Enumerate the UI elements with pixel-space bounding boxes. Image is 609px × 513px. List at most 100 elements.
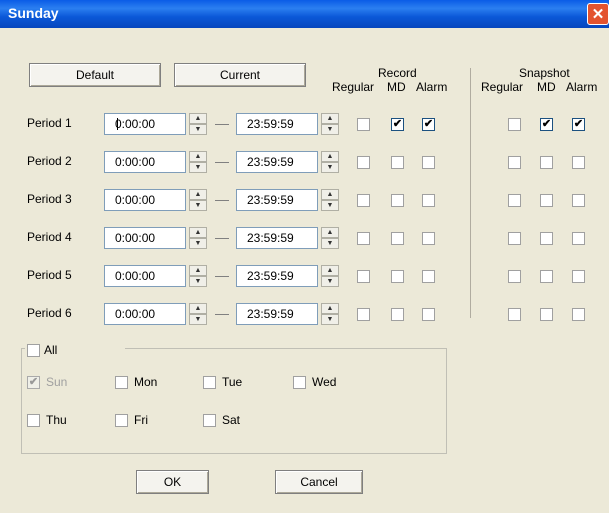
- record-md-checkbox[interactable]: ✔: [391, 118, 404, 131]
- spin-down-icon[interactable]: ▼: [189, 200, 207, 211]
- snapshot-alarm-checkbox[interactable]: [572, 232, 585, 245]
- spin-up-icon[interactable]: ▲: [189, 227, 207, 238]
- snapshot-alarm-checkbox[interactable]: ✔: [572, 118, 585, 131]
- spin-up-icon[interactable]: ▲: [189, 189, 207, 200]
- spin-up-icon[interactable]: ▲: [321, 265, 339, 276]
- spin-down-icon[interactable]: ▼: [321, 124, 339, 135]
- period-start-spinner[interactable]: ▲ ▼: [189, 189, 207, 211]
- snapshot-regular-checkbox[interactable]: [508, 270, 521, 283]
- record-alarm-checkbox[interactable]: [422, 156, 435, 169]
- spin-down-icon[interactable]: ▼: [321, 162, 339, 173]
- period-start-spinner[interactable]: ▲ ▼: [189, 303, 207, 325]
- day-checkbox-mon[interactable]: [115, 376, 128, 389]
- spin-down-icon[interactable]: ▼: [321, 200, 339, 211]
- snapshot-regular-checkbox[interactable]: [508, 232, 521, 245]
- period-end-spinner[interactable]: ▲ ▼: [321, 113, 339, 135]
- record-alarm-checkbox[interactable]: [422, 270, 435, 283]
- snapshot-alarm-checkbox[interactable]: [572, 308, 585, 321]
- snapshot-md-checkbox[interactable]: [540, 156, 553, 169]
- default-button[interactable]: Default: [29, 63, 161, 87]
- spin-up-icon[interactable]: ▲: [321, 227, 339, 238]
- spin-down-icon[interactable]: ▼: [321, 238, 339, 249]
- record-alarm-checkbox[interactable]: ✔: [422, 118, 435, 131]
- period-start-spinner[interactable]: ▲ ▼: [189, 227, 207, 249]
- period-end-spinner[interactable]: ▲ ▼: [321, 151, 339, 173]
- record-alarm-checkbox[interactable]: [422, 232, 435, 245]
- period-end-spinner[interactable]: ▲ ▼: [321, 265, 339, 287]
- spin-down-icon[interactable]: ▼: [189, 124, 207, 135]
- record-md-checkbox[interactable]: [391, 156, 404, 169]
- period-start-input[interactable]: 0:00:00: [104, 265, 186, 287]
- period-start-input[interactable]: 0:00:00: [104, 189, 186, 211]
- snapshot-regular-checkbox[interactable]: [508, 194, 521, 207]
- spin-down-icon[interactable]: ▼: [321, 314, 339, 325]
- spin-up-icon[interactable]: ▲: [321, 151, 339, 162]
- period-end-input[interactable]: 23:59:59: [236, 189, 318, 211]
- ok-button[interactable]: OK: [136, 470, 209, 494]
- record-regular-checkbox[interactable]: [357, 270, 370, 283]
- period-end-spinner[interactable]: ▲ ▼: [321, 189, 339, 211]
- snapshot-md-checkbox[interactable]: [540, 194, 553, 207]
- record-regular-checkbox[interactable]: [357, 118, 370, 131]
- day-checkbox-wed[interactable]: [293, 376, 306, 389]
- period-end-input[interactable]: 23:59:59: [236, 151, 318, 173]
- record-alarm-checkbox[interactable]: [422, 194, 435, 207]
- record-md-checkbox[interactable]: [391, 270, 404, 283]
- spin-up-icon[interactable]: ▲: [189, 265, 207, 276]
- period-end-input[interactable]: 23:59:59: [236, 227, 318, 249]
- spin-up-icon[interactable]: ▲: [321, 113, 339, 124]
- period-start-spinner[interactable]: ▲ ▼: [189, 151, 207, 173]
- all-label-bg: [25, 342, 125, 358]
- snapshot-regular-checkbox[interactable]: [508, 156, 521, 169]
- period-end-input[interactable]: 23:59:59: [236, 265, 318, 287]
- snapshot-alarm-checkbox[interactable]: [572, 156, 585, 169]
- snapshot-alarm-checkbox[interactable]: [572, 270, 585, 283]
- period-end-spinner[interactable]: ▲ ▼: [321, 227, 339, 249]
- spin-up-icon[interactable]: ▲: [189, 113, 207, 124]
- record-alarm-checkbox[interactable]: [422, 308, 435, 321]
- period-start-input[interactable]: 0:00:00: [104, 303, 186, 325]
- cancel-button[interactable]: Cancel: [275, 470, 363, 494]
- spin-up-icon[interactable]: ▲: [321, 303, 339, 314]
- period-start-input[interactable]: 0:00:00: [104, 227, 186, 249]
- spin-up-icon[interactable]: ▲: [189, 303, 207, 314]
- snapshot-alarm-checkbox[interactable]: [572, 194, 585, 207]
- spin-up-icon[interactable]: ▲: [321, 189, 339, 200]
- period-end-input[interactable]: 23:59:59: [236, 113, 318, 135]
- snapshot-md-checkbox[interactable]: [540, 270, 553, 283]
- period-start-spinner[interactable]: ▲ ▼: [189, 265, 207, 287]
- record-md-checkbox[interactable]: [391, 308, 404, 321]
- snapshot-col-alarm: Alarm: [566, 80, 598, 94]
- record-md-checkbox[interactable]: [391, 232, 404, 245]
- day-checkbox-sat[interactable]: [203, 414, 216, 427]
- close-button[interactable]: ✕: [587, 3, 609, 25]
- day-checkbox-thu[interactable]: [27, 414, 40, 427]
- snapshot-regular-checkbox[interactable]: [508, 118, 521, 131]
- spin-down-icon[interactable]: ▼: [189, 238, 207, 249]
- spin-down-icon[interactable]: ▼: [189, 276, 207, 287]
- record-regular-checkbox[interactable]: [357, 232, 370, 245]
- spin-down-icon[interactable]: ▼: [321, 276, 339, 287]
- day-checkbox-tue[interactable]: [203, 376, 216, 389]
- period-end-spinner[interactable]: ▲ ▼: [321, 303, 339, 325]
- snapshot-regular-checkbox[interactable]: [508, 308, 521, 321]
- snapshot-md-checkbox[interactable]: [540, 308, 553, 321]
- title-bar[interactable]: Sunday ✕: [0, 0, 609, 28]
- day-checkbox-sun: ✔: [27, 376, 40, 389]
- day-checkbox-fri[interactable]: [115, 414, 128, 427]
- current-button[interactable]: Current: [174, 63, 306, 87]
- spin-up-icon[interactable]: ▲: [189, 151, 207, 162]
- period-end-input[interactable]: 23:59:59: [236, 303, 318, 325]
- record-regular-checkbox[interactable]: [357, 308, 370, 321]
- record-regular-checkbox[interactable]: [357, 194, 370, 207]
- spin-down-icon[interactable]: ▼: [189, 314, 207, 325]
- period-start-spinner[interactable]: ▲ ▼: [189, 113, 207, 135]
- all-days-checkbox[interactable]: [27, 344, 40, 357]
- snapshot-col-regular: Regular: [481, 80, 524, 94]
- record-md-checkbox[interactable]: [391, 194, 404, 207]
- snapshot-md-checkbox[interactable]: [540, 232, 553, 245]
- record-regular-checkbox[interactable]: [357, 156, 370, 169]
- snapshot-md-checkbox[interactable]: ✔: [540, 118, 553, 131]
- period-start-input[interactable]: 0:00:00: [104, 151, 186, 173]
- spin-down-icon[interactable]: ▼: [189, 162, 207, 173]
